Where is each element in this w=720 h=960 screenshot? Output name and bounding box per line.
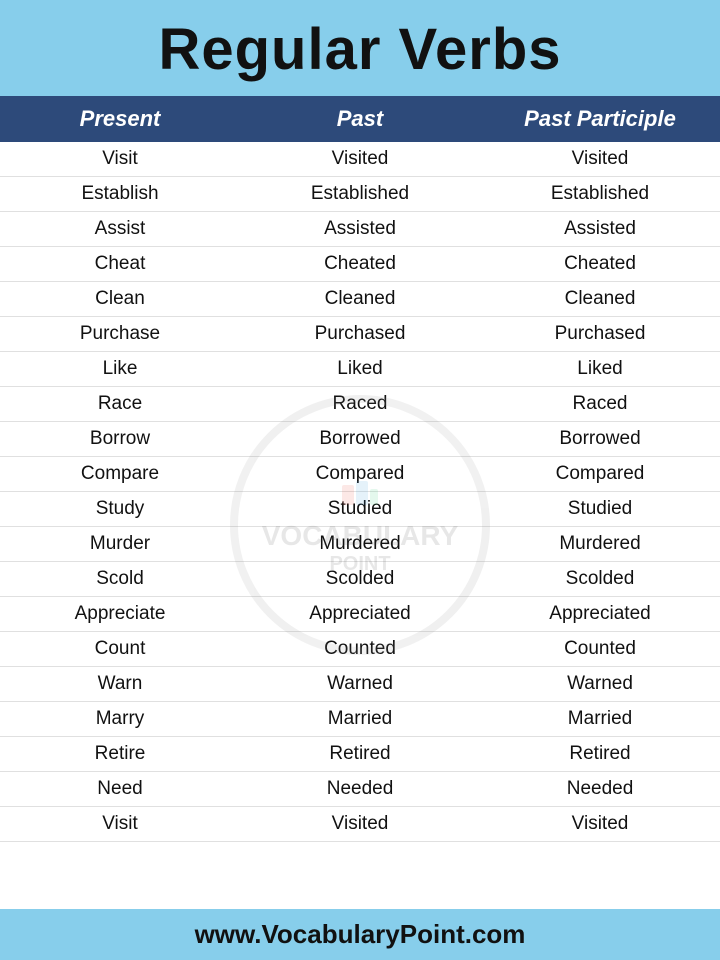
past-cell: Established xyxy=(240,177,480,211)
table-row: StudyStudiedStudied xyxy=(0,492,720,527)
past-cell: Scolded xyxy=(240,562,480,596)
participle-cell: Scolded xyxy=(480,562,720,596)
participle-cell: Visited xyxy=(480,807,720,841)
present-cell: Scold xyxy=(0,562,240,596)
past-cell: Studied xyxy=(240,492,480,526)
present-cell: Need xyxy=(0,772,240,806)
table-row: CountCountedCounted xyxy=(0,632,720,667)
participle-cell: Cheated xyxy=(480,247,720,281)
table-row: LikeLikedLiked xyxy=(0,352,720,387)
participle-cell: Retired xyxy=(480,737,720,771)
participle-cell: Compared xyxy=(480,457,720,491)
past-cell: Married xyxy=(240,702,480,736)
participle-cell: Warned xyxy=(480,667,720,701)
participle-cell: Needed xyxy=(480,772,720,806)
present-cell: Clean xyxy=(0,282,240,316)
participle-cell: Murdered xyxy=(480,527,720,561)
participle-cell: Purchased xyxy=(480,317,720,351)
participle-cell: Appreciated xyxy=(480,597,720,631)
past-cell: Retired xyxy=(240,737,480,771)
col-present: Present xyxy=(0,106,240,132)
present-cell: Count xyxy=(0,632,240,666)
present-cell: Study xyxy=(0,492,240,526)
present-cell: Race xyxy=(0,387,240,421)
table-row: VisitVisitedVisited xyxy=(0,807,720,842)
table-row: RetireRetiredRetired xyxy=(0,737,720,772)
table-row: PurchasePurchasedPurchased xyxy=(0,317,720,352)
column-headers: Present Past Past Participle xyxy=(0,96,720,142)
past-cell: Appreciated xyxy=(240,597,480,631)
table-row: MurderMurderedMurdered xyxy=(0,527,720,562)
present-cell: Murder xyxy=(0,527,240,561)
past-cell: Borrowed xyxy=(240,422,480,456)
present-cell: Compare xyxy=(0,457,240,491)
participle-cell: Assisted xyxy=(480,212,720,246)
past-cell: Needed xyxy=(240,772,480,806)
participle-cell: Married xyxy=(480,702,720,736)
past-cell: Assisted xyxy=(240,212,480,246)
participle-cell: Cleaned xyxy=(480,282,720,316)
present-cell: Marry xyxy=(0,702,240,736)
present-cell: Establish xyxy=(0,177,240,211)
footer: www.VocabularyPoint.com xyxy=(0,909,720,960)
table-row: VisitVisitedVisited xyxy=(0,142,720,177)
present-cell: Visit xyxy=(0,807,240,841)
past-cell: Raced xyxy=(240,387,480,421)
past-cell: Purchased xyxy=(240,317,480,351)
page-title: Regular Verbs xyxy=(10,18,710,82)
past-cell: Cleaned xyxy=(240,282,480,316)
table-row: BorrowBorrowedBorrowed xyxy=(0,422,720,457)
table-row: EstablishEstablishedEstablished xyxy=(0,177,720,212)
col-past-participle: Past Participle xyxy=(480,106,720,132)
participle-cell: Counted xyxy=(480,632,720,666)
past-cell: Liked xyxy=(240,352,480,386)
past-cell: Cheated xyxy=(240,247,480,281)
participle-cell: Established xyxy=(480,177,720,211)
present-cell: Cheat xyxy=(0,247,240,281)
participle-cell: Visited xyxy=(480,142,720,176)
present-cell: Appreciate xyxy=(0,597,240,631)
present-cell: Borrow xyxy=(0,422,240,456)
participle-cell: Raced xyxy=(480,387,720,421)
table-row: MarryMarriedMarried xyxy=(0,702,720,737)
participle-cell: Borrowed xyxy=(480,422,720,456)
table-row: NeedNeededNeeded xyxy=(0,772,720,807)
past-cell: Compared xyxy=(240,457,480,491)
table-row: CleanCleanedCleaned xyxy=(0,282,720,317)
present-cell: Visit xyxy=(0,142,240,176)
table-row: CheatCheatedCheated xyxy=(0,247,720,282)
past-cell: Warned xyxy=(240,667,480,701)
footer-text: www.VocabularyPoint.com xyxy=(195,919,526,949)
header-section: Regular Verbs xyxy=(0,0,720,96)
present-cell: Like xyxy=(0,352,240,386)
participle-cell: Liked xyxy=(480,352,720,386)
present-cell: Assist xyxy=(0,212,240,246)
past-cell: Visited xyxy=(240,142,480,176)
table-body: VOCABULARY POINT VisitVisitedVisitedEsta… xyxy=(0,142,720,909)
present-cell: Retire xyxy=(0,737,240,771)
table-row: ScoldScoldedScolded xyxy=(0,562,720,597)
col-past: Past xyxy=(240,106,480,132)
present-cell: Purchase xyxy=(0,317,240,351)
table-row: AppreciateAppreciatedAppreciated xyxy=(0,597,720,632)
table-row: AssistAssistedAssisted xyxy=(0,212,720,247)
participle-cell: Studied xyxy=(480,492,720,526)
table-row: WarnWarnedWarned xyxy=(0,667,720,702)
past-cell: Visited xyxy=(240,807,480,841)
present-cell: Warn xyxy=(0,667,240,701)
past-cell: Murdered xyxy=(240,527,480,561)
table-row: RaceRacedRaced xyxy=(0,387,720,422)
past-cell: Counted xyxy=(240,632,480,666)
table-row: CompareComparedCompared xyxy=(0,457,720,492)
